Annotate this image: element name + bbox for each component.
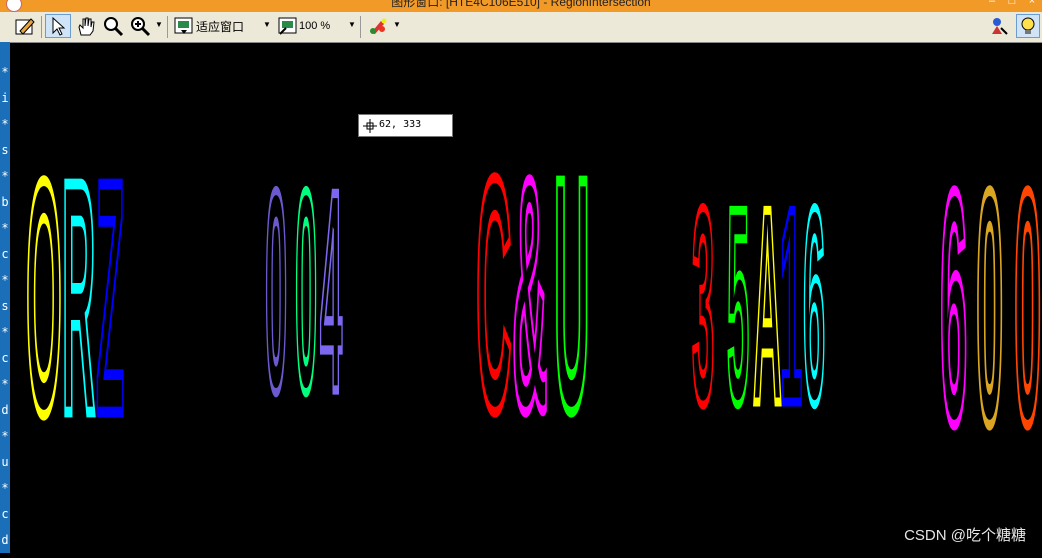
region-char: Z — [96, 114, 124, 484]
graphics-canvas[interactable]: O R Z 0 0 4 C & U 3 5 A 1 6 6 0 0 — [10, 42, 1042, 553]
region-char: 6 — [803, 151, 825, 462]
fit-window-dropdown-arrow[interactable]: ▼ — [263, 20, 271, 29]
region-display: O R Z 0 0 4 C & U 3 5 A1 6 6 0 0 — [24, 109, 1042, 495]
console-char: * — [1, 221, 9, 235]
console-char: b — [1, 195, 9, 209]
region-tool-icon — [992, 18, 1008, 35]
fit-window-button[interactable] — [173, 14, 195, 38]
region-char: 3 — [692, 151, 714, 462]
title-bar: 图形窗口: [HTE4C106E510] - RegionIntersectio… — [0, 0, 1042, 12]
region-char: O — [26, 114, 62, 484]
console-char: * — [1, 169, 9, 183]
console-char: s — [1, 143, 9, 157]
console-char: c — [1, 247, 9, 261]
toolbar: ▼ 适应窗口 ▼ 100 % ▼ ▼ — [0, 12, 1042, 43]
color-palette-icon — [370, 18, 387, 34]
cursor-coordinate-text: 62, 333 — [379, 119, 422, 130]
zoom-percent-dropdown-arrow[interactable]: ▼ — [348, 20, 356, 29]
zoom-in-icon — [131, 17, 151, 37]
console-char: s — [1, 299, 9, 313]
region-char: 6 — [940, 124, 967, 493]
region-char: U — [554, 111, 590, 480]
region-char: C — [476, 111, 512, 480]
region-char: 5 — [727, 151, 749, 462]
hand-icon — [78, 17, 95, 36]
zoom-percent-select[interactable]: 100 % — [299, 14, 345, 38]
separator — [167, 16, 168, 38]
region-char: 4 — [320, 132, 342, 451]
lightbulb-button[interactable] — [1016, 14, 1040, 38]
zoom-in-button[interactable] — [127, 14, 153, 38]
lightbulb-icon — [1021, 17, 1035, 34]
separator — [41, 16, 42, 38]
color-palette-button[interactable] — [366, 14, 390, 38]
region-char: 1 — [780, 151, 802, 462]
console-strip: * i * s * b * c * s * c * d * u * c d — [0, 42, 10, 553]
region-char: 0 — [265, 132, 287, 451]
console-char: c — [1, 507, 9, 521]
console-char: c — [1, 351, 9, 365]
console-char: * — [1, 117, 9, 131]
pointer-button[interactable] — [45, 14, 71, 38]
draw-icon — [15, 18, 35, 35]
console-char: d — [1, 533, 9, 547]
zoom-dropdown-arrow[interactable]: ▼ — [155, 20, 163, 29]
separator — [360, 16, 361, 38]
fit-window-label: 适应窗口 — [196, 19, 245, 34]
region-char: 0 — [976, 124, 1003, 493]
region-char: A — [753, 151, 782, 462]
crosshair-icon — [363, 119, 377, 133]
console-char: * — [1, 377, 9, 391]
fit-window-icon — [174, 17, 193, 34]
zoom-percent-label: 100 % — [299, 20, 331, 32]
watermark: CSDN @吃个糖糖 — [904, 527, 1026, 544]
console-char: * — [1, 273, 9, 287]
minimize-button[interactable]: – — [985, 0, 999, 8]
console-char: * — [1, 429, 9, 443]
region-char: 0 — [1014, 124, 1041, 493]
zoom-percent-icon — [278, 17, 297, 35]
console-char: d — [1, 403, 9, 417]
fit-window-select[interactable]: 适应窗口 — [196, 14, 252, 38]
zoom-percent-button[interactable] — [277, 14, 299, 38]
maximize-button[interactable]: □ — [1005, 0, 1019, 8]
console-char: i — [1, 91, 9, 105]
region-char: 0 — [295, 132, 317, 451]
console-char: * — [1, 325, 9, 339]
region-char: R — [62, 114, 95, 484]
draw-button[interactable] — [12, 14, 38, 38]
zoom-button[interactable] — [100, 14, 126, 38]
cursor-coordinate-tooltip: 62, 333 — [358, 114, 453, 137]
console-char: * — [1, 65, 9, 79]
close-button[interactable]: × — [1025, 0, 1039, 8]
hand-button[interactable] — [73, 14, 99, 38]
console-char: * — [1, 481, 9, 495]
window-title: 图形窗口: [HTE4C106E510] - RegionIntersectio… — [391, 0, 651, 9]
region-tool-button[interactable] — [988, 14, 1010, 38]
region-char: & — [512, 111, 548, 480]
color-dropdown-arrow[interactable]: ▼ — [393, 20, 401, 29]
pointer-icon — [52, 16, 66, 36]
zoom-icon — [104, 17, 124, 37]
console-char: u — [1, 455, 9, 469]
